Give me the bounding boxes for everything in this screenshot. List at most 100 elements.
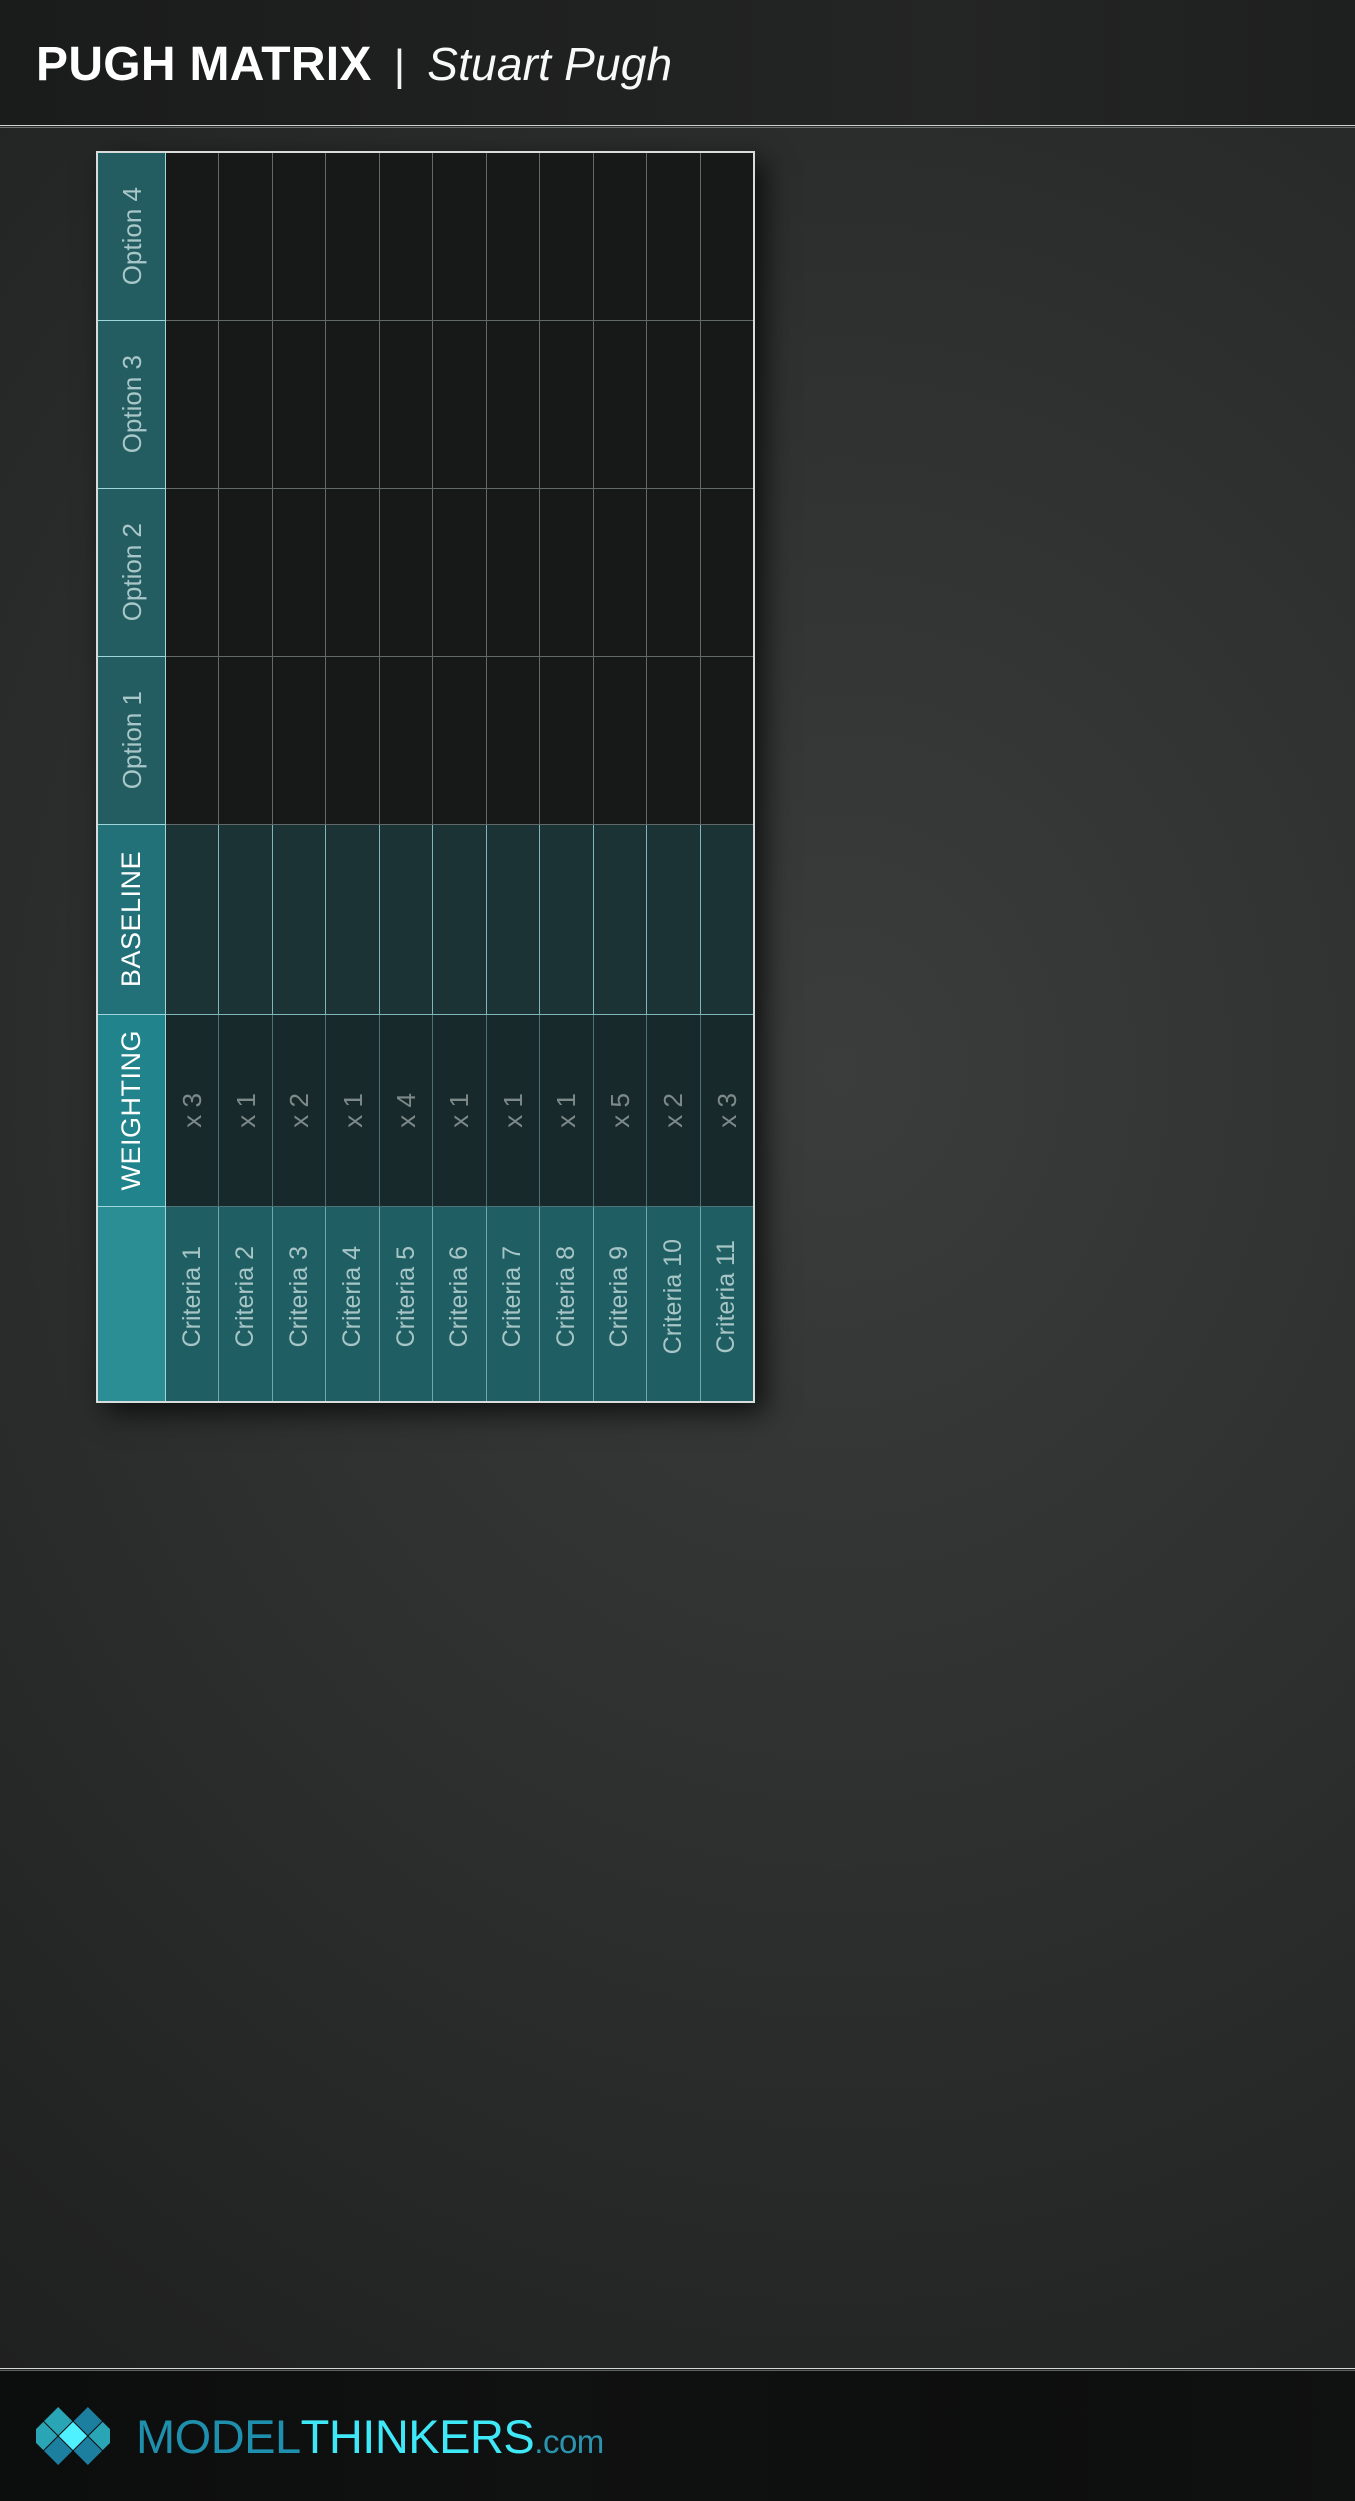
matrix-cell[interactable]: x 1 [326,1015,380,1207]
matrix-cell[interactable] [593,657,648,825]
matrix-cell[interactable] [486,153,541,321]
matrix-cell[interactable] [486,825,541,1015]
matrix-cell[interactable] [593,489,648,657]
matrix-cell[interactable] [700,153,753,321]
matrix-cell[interactable] [486,321,541,489]
criteria-header-cell[interactable]: Criteria 9 [593,1207,648,1401]
matrix-cell[interactable] [219,489,273,657]
matrix-cell[interactable] [433,657,487,825]
matrix-cell[interactable] [433,825,487,1015]
matrix-cell[interactable] [540,153,594,321]
matrix-cell[interactable] [593,153,648,321]
matrix-cell[interactable] [326,321,380,489]
criteria-header-cell[interactable]: Criteria 1 [166,1207,220,1401]
matrix-cell[interactable] [326,153,380,321]
matrix-cell[interactable] [272,321,327,489]
row-header-weighting[interactable]: WEIGHTING [98,1015,166,1207]
matrix-cell[interactable] [219,825,273,1015]
matrix-cell[interactable]: x 1 [486,1015,541,1207]
matrix-cell[interactable] [272,825,327,1015]
matrix-cell[interactable]: x 4 [379,1015,434,1207]
criteria-header-cell[interactable]: Criteria 2 [219,1207,273,1401]
matrix-cell[interactable]: x 3 [166,1015,220,1207]
row-header-option-3[interactable]: Option 3 [98,321,166,489]
diamond-lattice-icon [29,2399,117,2473]
criteria-header-cell[interactable]: Criteria 11 [700,1207,753,1401]
matrix-cell[interactable]: x 2 [272,1015,327,1207]
row-header-label: BASELINE [116,851,146,988]
matrix-cell[interactable] [326,489,380,657]
matrix-cell[interactable] [166,825,220,1015]
matrix-cell[interactable] [700,825,753,1015]
matrix-cell[interactable] [433,489,487,657]
matrix-cell[interactable] [486,489,541,657]
matrix-cell[interactable] [593,321,648,489]
matrix-cell[interactable]: x 5 [593,1015,648,1207]
logo-text-thinkers: THINKERS [300,2409,535,2463]
weighting-value: x 1 [551,1093,582,1128]
row-header-label: Option 2 [116,523,147,622]
matrix-cell[interactable] [326,825,380,1015]
criteria-header-cell[interactable]: Criteria 3 [272,1207,327,1401]
matrix-cell[interactable] [647,825,701,1015]
matrix-cell[interactable] [647,153,701,321]
matrix-cell[interactable] [219,153,273,321]
matrix-cell[interactable] [647,489,701,657]
matrix-cell[interactable] [540,657,594,825]
matrix-cell[interactable] [166,657,220,825]
matrix-cell[interactable]: x 1 [433,1015,487,1207]
matrix-cell[interactable] [379,153,434,321]
matrix-cell[interactable] [272,657,327,825]
footer-divider [0,2368,1355,2371]
matrix-cell[interactable] [166,321,220,489]
matrix-cell[interactable] [379,489,434,657]
matrix-cell[interactable] [700,321,753,489]
pugh-matrix-table[interactable]: Option 4 Option 3 Option 2 Option 1 BASELINE… [96,151,755,1403]
page-header: PUGH MATRIX | Stuart Pugh [0,0,1355,128]
matrix-cell[interactable] [219,321,273,489]
matrix-row: Option 2 [98,489,753,657]
criteria-header-cell[interactable]: Criteria 7 [486,1207,541,1401]
matrix-cell[interactable] [700,489,753,657]
criteria-header-cell[interactable]: Criteria 4 [326,1207,380,1401]
weighting-value: x 1 [497,1093,528,1128]
criteria-header-cell[interactable]: Criteria 10 [647,1207,701,1401]
row-header-baseline[interactable]: BASELINE [98,825,166,1015]
matrix-cell[interactable] [166,153,220,321]
row-header-option-1[interactable]: Option 1 [98,657,166,825]
matrix-cell[interactable] [540,489,594,657]
criteria-header-cell[interactable]: Criteria 6 [433,1207,487,1401]
matrix-cell[interactable] [272,153,327,321]
criteria-label: Criteria 8 [551,1246,580,1348]
matrix-cell[interactable] [219,657,273,825]
matrix-cell[interactable] [166,489,220,657]
matrix-cell[interactable] [326,657,380,825]
criteria-header-cell[interactable]: Criteria 8 [540,1207,594,1401]
matrix-cell[interactable]: x 2 [647,1015,701,1207]
matrix-row: BASELINE [98,825,753,1015]
matrix-cell[interactable]: x 3 [700,1015,753,1207]
matrix-cell[interactable] [540,321,594,489]
modelthinkers-logo[interactable]: MODEL THINKERS .com [29,2399,604,2473]
criteria-header-cell[interactable]: Criteria 5 [379,1207,434,1401]
matrix-cell[interactable] [593,825,648,1015]
matrix-cell[interactable] [433,321,487,489]
row-header-option-4[interactable]: Option 4 [98,153,166,321]
matrix-cell[interactable] [379,825,434,1015]
matrix-cell[interactable] [647,657,701,825]
weighting-value: x 1 [444,1093,475,1128]
criteria-corner-cell[interactable] [98,1207,166,1401]
matrix-cell[interactable] [647,321,701,489]
matrix-cell[interactable]: x 1 [540,1015,594,1207]
matrix-cell[interactable]: x 1 [219,1015,273,1207]
row-header-label: WEIGHTING [116,1030,146,1191]
matrix-cell[interactable] [433,153,487,321]
matrix-cell[interactable] [540,825,594,1015]
row-header-option-2[interactable]: Option 2 [98,489,166,657]
matrix-cell[interactable] [272,489,327,657]
title-separator: | [393,40,406,90]
matrix-cell[interactable] [700,657,753,825]
matrix-cell[interactable] [379,321,434,489]
matrix-cell[interactable] [379,657,434,825]
matrix-cell[interactable] [486,657,541,825]
